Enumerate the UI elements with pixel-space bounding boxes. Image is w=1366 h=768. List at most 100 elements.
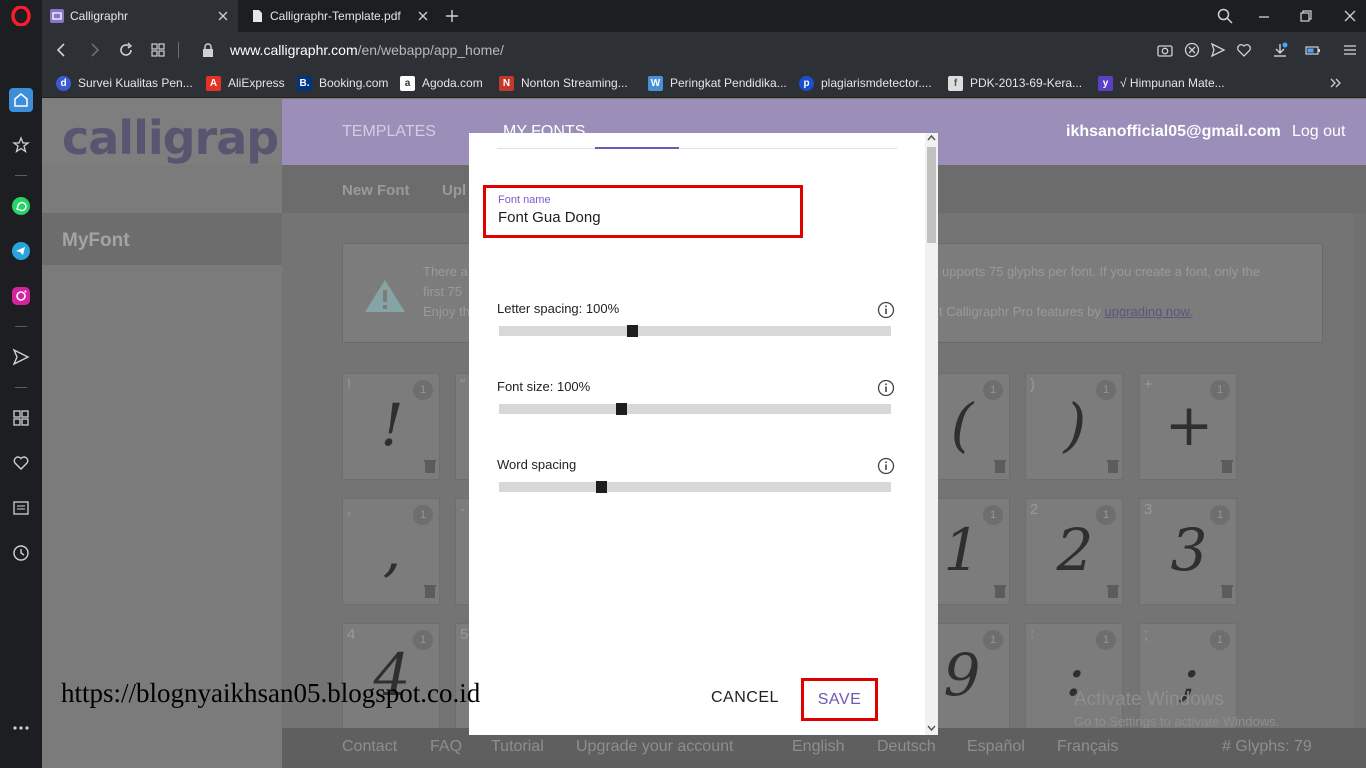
camera-snapshot-icon[interactable] <box>1157 42 1173 58</box>
bookmark-booking[interactable]: B. Booking.com <box>297 75 388 91</box>
tab-calligraphr[interactable]: Calligraphr <box>42 0 238 32</box>
downloads-icon[interactable] <box>1272 42 1288 58</box>
footer-upgrade[interactable]: Upgrade your account <box>576 738 733 756</box>
trash-icon[interactable] <box>993 583 1007 599</box>
trash-icon[interactable] <box>993 458 1007 474</box>
letter-spacing-slider[interactable] <box>499 325 891 337</box>
activate-windows-subtitle: Go to Settings to activate Windows. <box>1074 714 1280 729</box>
slider-thumb[interactable] <box>615 403 627 415</box>
send-icon[interactable] <box>1210 42 1226 58</box>
new-tab-plus-icon[interactable] <box>444 8 460 24</box>
font-size-info-icon[interactable] <box>877 379 895 397</box>
reload-icon[interactable] <box>118 42 134 58</box>
glyph-card[interactable]: 313 <box>1139 498 1237 605</box>
scroll-up-arrow-icon[interactable] <box>925 133 938 143</box>
footer-english[interactable]: English <box>792 738 844 756</box>
bookmark-aliexpress[interactable]: A AliExpress <box>206 75 285 91</box>
save-button[interactable]: SAVE <box>818 691 862 709</box>
news-icon[interactable] <box>9 496 33 520</box>
tab-search-icon[interactable] <box>1217 8 1233 24</box>
footer-francais[interactable]: Français <box>1057 738 1118 756</box>
history-clock-icon[interactable] <box>9 541 33 565</box>
footer-contact[interactable]: Contact <box>342 738 397 756</box>
word-spacing-info-icon[interactable] <box>877 457 895 475</box>
bookmark-favicon-icon: f <box>948 75 963 91</box>
upload-link[interactable]: Upl <box>442 182 466 199</box>
slider-thumb[interactable] <box>595 481 607 493</box>
send-flow-icon[interactable] <box>9 345 33 369</box>
bookmark-nonton[interactable]: N Nonton Streaming... <box>499 75 628 91</box>
nav-logout[interactable]: Log out <box>1292 123 1345 141</box>
instagram-icon[interactable] <box>9 284 33 308</box>
bookmark-survei[interactable]: d Survei Kualitas Pen... <box>56 75 193 91</box>
favorite-heart-icon[interactable] <box>1236 42 1252 58</box>
forward-arrow-icon[interactable] <box>86 42 102 58</box>
restore-icon[interactable] <box>1298 8 1314 24</box>
font-size-slider[interactable] <box>499 403 891 415</box>
trash-icon[interactable] <box>1220 458 1234 474</box>
trash-icon[interactable] <box>1106 583 1120 599</box>
close-tab-icon[interactable] <box>216 9 230 23</box>
dialog-scroll-thumb[interactable] <box>927 147 936 243</box>
workspaces-grid-icon[interactable] <box>9 406 33 430</box>
bookmarks-overflow-icon[interactable] <box>1328 75 1342 91</box>
sidebar-separator <box>15 326 27 327</box>
glyph-card[interactable]: ! 1! <box>342 373 440 480</box>
font-name-input[interactable] <box>498 209 788 226</box>
trash-icon[interactable] <box>1220 583 1234 599</box>
slider-thumb[interactable] <box>627 325 639 337</box>
speed-dial-icon[interactable] <box>9 88 33 112</box>
nav-templates[interactable]: TEMPLATES <box>342 123 436 141</box>
glyph-card[interactable]: ) 1) <box>1025 373 1123 480</box>
whatsapp-icon[interactable] <box>9 194 33 218</box>
bookmark-agoda[interactable]: a Agoda.com <box>400 75 483 91</box>
trash-icon[interactable] <box>1106 458 1120 474</box>
dialog-scrollbar[interactable] <box>925 133 938 735</box>
footer-tutorial[interactable]: Tutorial <box>491 738 544 756</box>
letter-spacing-info-icon[interactable] <box>877 301 895 319</box>
font-name-label: Font name <box>498 194 551 206</box>
glyph-card[interactable]: 414 <box>342 623 440 730</box>
calligraphr-logo[interactable]: calligraphr <box>42 99 333 165</box>
adblock-icon[interactable] <box>1184 42 1200 58</box>
notice-line-1-right: upports 75 glyphs per font. If you creat… <box>942 264 1260 279</box>
tab-calligraphr-template-pdf[interactable]: Calligraphr-Template.pdf <box>242 0 438 32</box>
page-scrollbar[interactable] <box>1354 213 1366 728</box>
url-field[interactable]: www.calligraphr.com/en/webapp/app_home/ <box>230 42 504 58</box>
lock-icon[interactable] <box>200 42 216 58</box>
footer-espanol[interactable]: Español <box>967 738 1025 756</box>
more-options-icon[interactable] <box>9 716 33 740</box>
minimize-icon[interactable] <box>1256 8 1272 24</box>
left-nav-item-myfont[interactable]: MyFont <box>42 213 282 265</box>
bookmark-plagiarism[interactable]: p plagiarismdetector.... <box>799 75 932 91</box>
close-window-icon[interactable] <box>1342 8 1358 24</box>
footer-faq[interactable]: FAQ <box>430 738 462 756</box>
back-arrow-icon[interactable] <box>54 42 70 58</box>
telegram-icon[interactable] <box>9 239 33 263</box>
nav-user-email[interactable]: ikhsanofficial05@gmail.com <box>1066 123 1281 141</box>
blog-watermark-text: https://blognyaikhsan05.blogspot.co.id <box>61 678 481 708</box>
new-font-link[interactable]: New Font <box>342 182 410 199</box>
battery-saver-icon[interactable] <box>1305 42 1321 58</box>
close-tab-icon[interactable] <box>416 9 430 23</box>
bookmark-pdk[interactable]: f PDK-2013-69-Kera... <box>948 75 1082 91</box>
dialog-active-tab-indicator[interactable] <box>595 147 679 149</box>
star-bookmarks-icon[interactable] <box>9 133 33 157</box>
bookmark-peringkat[interactable]: W Peringkat Pendidika... <box>648 75 787 91</box>
glyph-card[interactable]: ,1, <box>342 498 440 605</box>
word-spacing-slider[interactable] <box>499 481 891 493</box>
trash-icon[interactable] <box>423 458 437 474</box>
document-favicon-icon <box>250 9 264 23</box>
scroll-down-arrow-icon[interactable] <box>925 723 938 733</box>
cancel-button[interactable]: CANCEL <box>711 689 779 707</box>
easy-setup-menu-icon[interactable] <box>1342 42 1358 58</box>
trash-icon[interactable] <box>423 583 437 599</box>
bookmark-himpunan[interactable]: y √ Himpunan Mate... <box>1098 75 1225 91</box>
tab-grid-icon[interactable] <box>150 42 166 58</box>
upgrade-now-link[interactable]: upgrading now. <box>1104 304 1192 319</box>
footer-deutsch[interactable]: Deutsch <box>877 738 936 756</box>
opera-logo-icon[interactable] <box>11 6 31 26</box>
glyph-card[interactable]: +1 + <box>1139 373 1237 480</box>
glyph-card[interactable]: 212 <box>1025 498 1123 605</box>
heart-icon[interactable] <box>9 451 33 475</box>
